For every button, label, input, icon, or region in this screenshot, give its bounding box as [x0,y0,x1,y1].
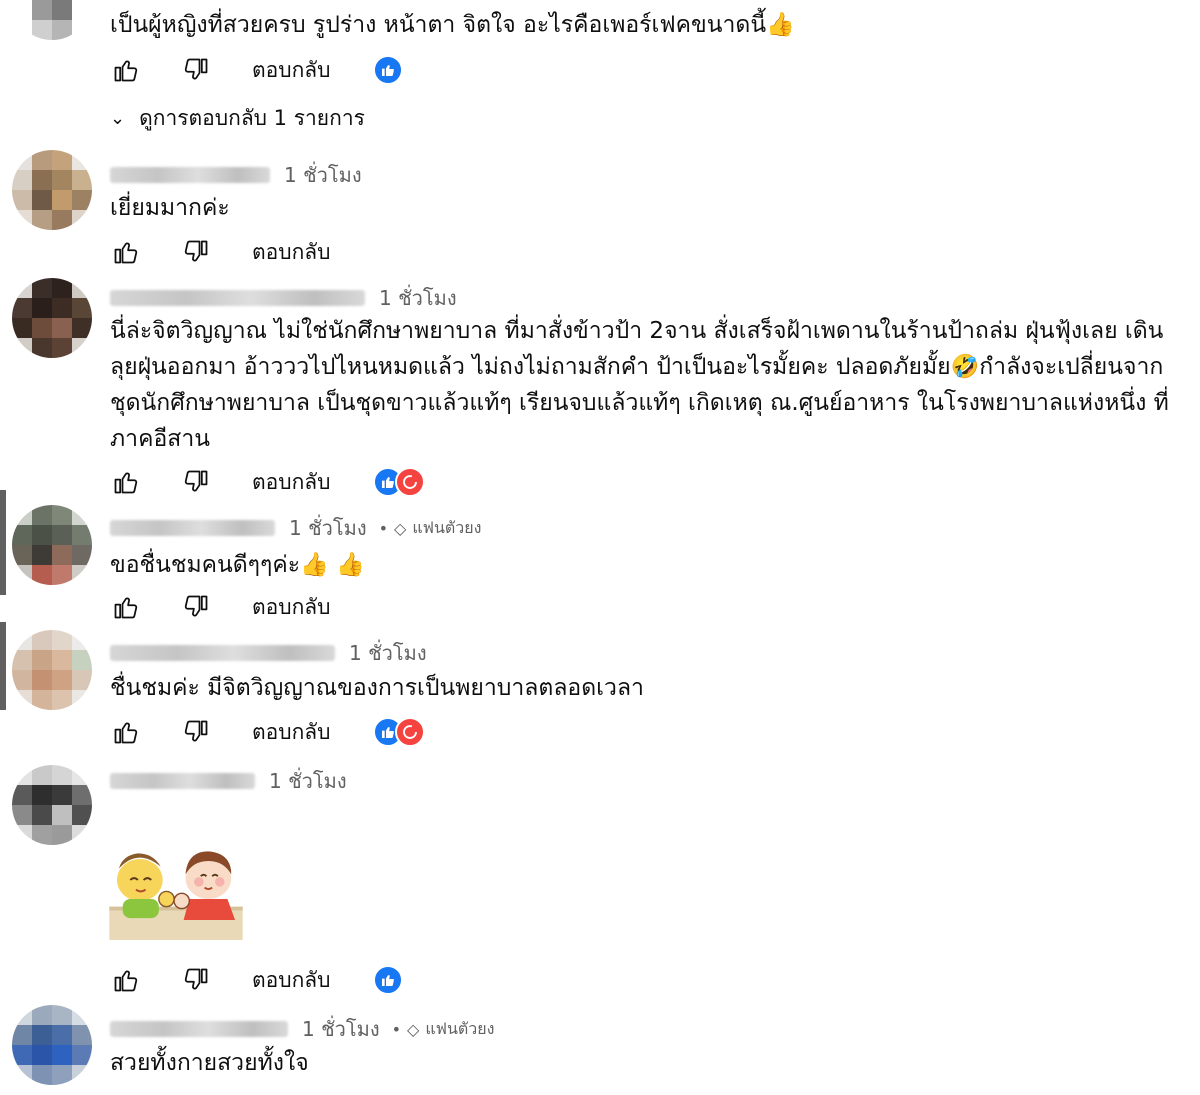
reactions[interactable] [372,965,403,995]
author-name[interactable] [110,167,270,183]
avatar[interactable] [12,765,92,845]
comment-meta: 1 ชั่วโมง [110,160,362,190]
reply-button[interactable]: ตอบกลับ [252,236,331,269]
avatar[interactable] [12,150,92,230]
two-friends-sticker [109,851,243,940]
haha-reaction-icon [394,467,425,497]
comment-time: 1 ชั่วโมง [349,641,427,665]
comment-text: ขอชื่นชมคนดีๆๆค่ะ👍 👍 [110,552,365,578]
fan-badge-label: แฟนตัวยง [425,1018,495,1038]
like-reaction-icon [372,55,403,85]
comment-actions: ตอบกลับ [110,462,425,502]
author-name[interactable] [110,1021,288,1037]
reply-button[interactable]: ตอบกลับ [252,964,331,997]
comment-text: นี่ล่ะจิตวิญญาณ ไม่ใช่นักศึกษาพยาบาล ที่… [110,318,1169,452]
comment-time: 1 ชั่วโมง [284,163,362,187]
chevron-down-icon: ⌄ [110,108,126,129]
like-reaction-icon [372,965,403,995]
reactions[interactable] [372,55,403,85]
thumb-down-icon[interactable] [180,716,212,748]
thumb-up-icon[interactable] [110,591,142,623]
comment-text: ชื่นชมค่ะ มีจิตวิญญาณของการเป็นพยาบาลตลอ… [110,675,644,701]
comment-meta: 1 ชั่วโมง [110,766,347,796]
fan-badge: • ◇ แฟนตัวยง [386,1017,495,1042]
thread-indicator [0,490,6,595]
comment-time: 1 ชั่วโมง [269,769,347,793]
reply-button[interactable]: ตอบกลับ [252,54,331,87]
comment-meta: 1 ชั่วโมง [110,283,457,313]
avatar[interactable] [12,630,92,710]
thumb-up-icon[interactable] [110,236,142,268]
thumb-down-icon[interactable] [180,236,212,268]
comment-actions: ตอบกลับ [110,587,331,627]
reactions[interactable] [372,717,425,747]
thumb-up-icon[interactable] [110,964,142,996]
comment-actions: ตอบกลับ [110,960,403,1000]
comment-text: เป็นผู้หญิงที่สวยครบ รูปร่าง หน้าตา จิตใ… [110,12,795,38]
fan-badge: • ◇ แฟนตัวยง [373,516,482,541]
comment-meta: 1 ชั่วโมง [110,638,427,668]
thumb-down-icon[interactable] [180,466,212,498]
thumb-down-icon[interactable] [180,54,212,86]
author-name[interactable] [110,645,335,661]
diamond-icon: ◇ [407,1019,420,1039]
reply-button[interactable]: ตอบกลับ [252,466,331,499]
author-name[interactable] [110,290,365,306]
comment-time: 1 ชั่วโมง [302,1017,380,1041]
avatar[interactable] [12,505,92,585]
comment-text: เยี่ยมมากค่ะ [110,195,230,221]
thumb-up-icon[interactable] [110,716,142,748]
comment-actions: ตอบกลับ [110,232,331,272]
comment-meta: 1 ชั่วโมง • ◇ แฟนตัวยง [110,1014,494,1044]
author-name[interactable] [110,773,255,789]
reply-button[interactable]: ตอบกลับ [252,591,331,624]
thumb-down-icon[interactable] [180,964,212,996]
diamond-icon: ◇ [394,518,407,538]
comment-actions: ตอบกลับ [110,50,403,90]
avatar[interactable] [12,0,92,40]
comment-feed: เป็นผู้หญิงที่สวยครบ รูปร่าง หน้าตา จิตใ… [0,0,1200,1095]
thumb-down-icon[interactable] [180,591,212,623]
avatar[interactable] [12,1005,92,1085]
thumb-up-icon[interactable] [110,466,142,498]
comment-time: 1 ชั่วโมง [289,516,367,540]
avatar[interactable] [12,278,92,358]
view-replies-label: ดูการตอบกลับ 1 รายการ [139,106,365,130]
thread-indicator [0,622,6,710]
reply-button[interactable]: ตอบกลับ [252,716,331,749]
comment-time: 1 ชั่วโมง [379,286,457,310]
comment-text: สวยทั้งกายสวยทั้งใจ [110,1050,309,1076]
thumb-up-icon[interactable] [110,54,142,86]
view-replies-button[interactable]: ⌄ ดูการตอบกลับ 1 รายการ [110,102,365,135]
comment-meta: 1 ชั่วโมง • ◇ แฟนตัวยง [110,513,481,543]
fan-badge-label: แฟนตัวยง [412,517,482,537]
comment-actions: ตอบกลับ [110,712,425,752]
author-name[interactable] [110,520,275,536]
haha-reaction-icon [394,717,425,747]
reactions[interactable] [372,467,425,497]
